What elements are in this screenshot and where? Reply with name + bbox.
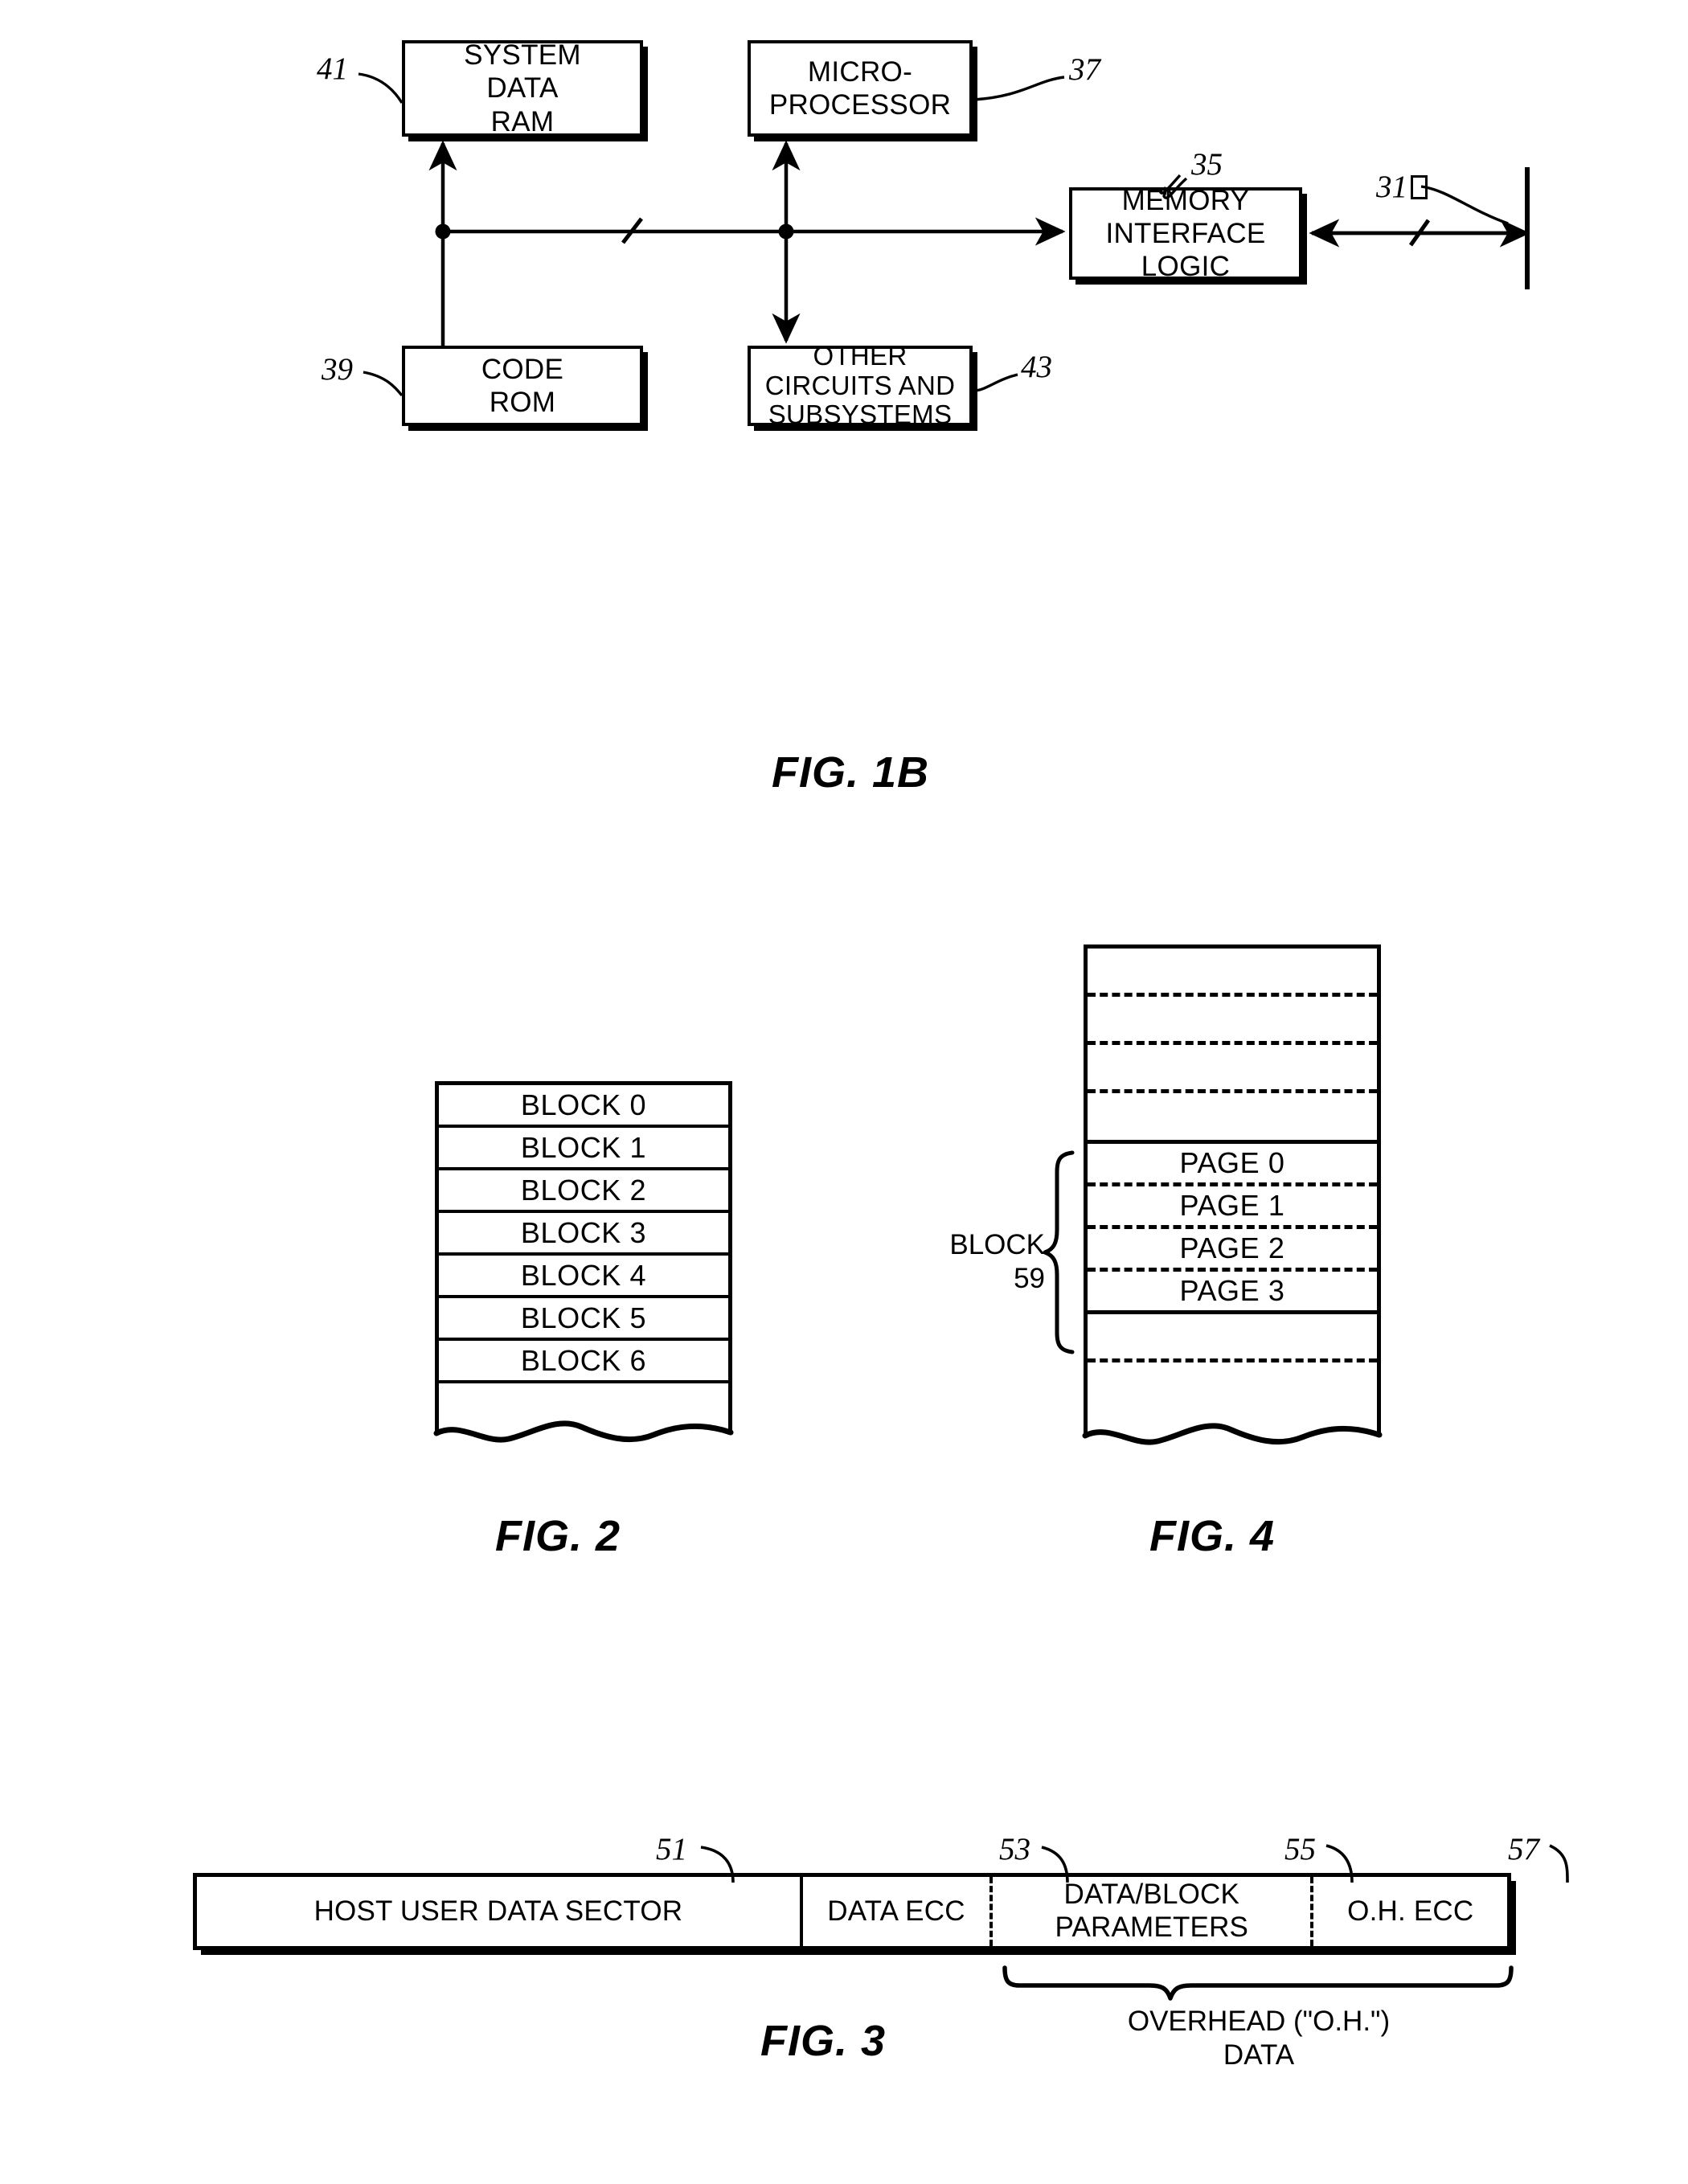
fig4-page-row: PAGE 2 <box>1088 1229 1377 1272</box>
fig3-overhead-brace-caption: OVERHEAD ("O.H.") DATA <box>1127 2006 1391 2071</box>
ref-numeral-57: 57 <box>1508 1832 1539 1866</box>
block-other-circuits-and-subsystems: OTHER CIRCUITS AND SUBSYSTEMS <box>748 341 973 429</box>
fig2-caption: FIG. 2 <box>495 1512 621 1560</box>
fig2-break-line-graphics <box>433 1420 734 1443</box>
fig4-brace-and-break-graphics <box>1043 1150 1383 1445</box>
fig3-sector-bar: HOST USER DATA SECTOR DATA ECC DATA/BLOC… <box>193 1873 1511 1950</box>
ref-numeral-41: 41 <box>317 51 348 86</box>
ref-numeral-43: 43 <box>1021 350 1052 384</box>
fig3-leaders-and-brace-graphics <box>700 1844 1569 2001</box>
block-system-data-ram: SYSTEM DATA RAM <box>402 39 643 137</box>
block-system-data-ram-label: SYSTEM DATA RAM <box>464 39 581 137</box>
fig4-block-boundary <box>1088 1093 1377 1144</box>
patent-figure-sheet: SYSTEM DATA RAM 41 MICRO- PROCESSOR 37 M… <box>0 0 1688 2184</box>
fig3-cell-label: DATA ECC <box>827 1895 965 1927</box>
fig1b-connector-graphics <box>358 72 1530 397</box>
fig3-cell-data-ecc: DATA ECC <box>799 1877 989 1946</box>
table-row: BLOCK 3 <box>439 1213 728 1256</box>
ref-numeral-39: 39 <box>322 352 353 387</box>
block-microprocessor: MICRO- PROCESSOR <box>748 40 973 137</box>
fig3-cell-label: O.H. ECC <box>1347 1895 1474 1927</box>
block-code-rom: CODE ROM <box>402 346 643 426</box>
fig3-cell-data-block-parameters: DATA/BLOCK PARAMETERS <box>989 1877 1310 1946</box>
ref-numeral-55: 55 <box>1284 1832 1316 1866</box>
fig4-caption: FIG. 4 <box>1149 1512 1276 1560</box>
fig4-brace-label: BLOCK 59 <box>949 1229 1045 1294</box>
block-memory-interface-logic: MEMORY INTERFACE LOGIC <box>1069 185 1302 282</box>
fig2-row-label: BLOCK 3 <box>520 1215 647 1249</box>
fig4-page-label: PAGE 3 <box>1179 1274 1285 1307</box>
fig3-cell-label: DATA/BLOCK PARAMETERS <box>1055 1879 1249 1943</box>
fig4-page-row: PAGE 0 <box>1088 1144 1377 1186</box>
fig4-block-stack: PAGE 0 PAGE 1 PAGE 2 PAGE 3 <box>1084 944 1381 1434</box>
table-row-partial <box>439 1383 728 1424</box>
fig4-page-unlabeled <box>1088 1362 1377 1419</box>
fig4-page-label: PAGE 0 <box>1179 1146 1285 1179</box>
block-other-circuits-and-subsystems-label: OTHER CIRCUITS AND SUBSYSTEMS <box>764 340 956 430</box>
table-row: BLOCK 0 <box>439 1085 728 1128</box>
fig1b-caption: FIG. 1B <box>772 748 930 797</box>
ref-numeral-35: 35 <box>1191 147 1223 182</box>
fig2-row-label: BLOCK 2 <box>520 1173 647 1207</box>
fig4-page-unlabeled <box>1088 1314 1377 1362</box>
fig3-cell-oh-ecc: O.H. ECC <box>1310 1877 1507 1946</box>
fig2-row-label: BLOCK 5 <box>520 1301 647 1334</box>
fig4-page-unlabeled <box>1088 997 1377 1045</box>
fig4-page-label: PAGE 2 <box>1179 1231 1285 1264</box>
fig4-page-unlabeled <box>1088 1045 1377 1093</box>
ref-numeral-37: 37 <box>1069 52 1100 87</box>
block-code-rom-label: CODE ROM <box>481 353 564 418</box>
fig4-page-row: PAGE 3 <box>1088 1272 1377 1314</box>
fig2-block-stack: BLOCK 0 BLOCK 1 BLOCK 2 BLOCK 3 BLOCK 4 … <box>435 1081 732 1431</box>
fig2-row-label: BLOCK 6 <box>520 1343 647 1377</box>
fig4-page-unlabeled <box>1088 949 1377 997</box>
ref-numeral-53: 53 <box>999 1832 1030 1866</box>
missing-character-box-icon <box>1411 175 1428 199</box>
table-row: BLOCK 2 <box>439 1170 728 1213</box>
fig3-cell-host-user-data-sector: HOST USER DATA SECTOR <box>197 1877 800 1946</box>
block-memory-interface-logic-label: MEMORY INTERFACE LOGIC <box>1105 184 1266 283</box>
table-row: BLOCK 5 <box>439 1298 728 1341</box>
fig2-row-label: BLOCK 4 <box>520 1258 647 1292</box>
table-row: BLOCK 4 <box>439 1256 728 1298</box>
fig4-page-label: PAGE 1 <box>1179 1189 1285 1222</box>
fig2-row-label: BLOCK 0 <box>520 1088 647 1121</box>
table-row: BLOCK 1 <box>439 1128 728 1170</box>
ref-numeral-51: 51 <box>656 1832 687 1866</box>
fig4-page-row: PAGE 1 <box>1088 1186 1377 1229</box>
fig3-cell-label: HOST USER DATA SECTOR <box>313 1895 683 1927</box>
fig3-caption: FIG. 3 <box>760 2017 887 2065</box>
ref-numeral-31-text: 31 <box>1376 170 1407 204</box>
fig2-row-label: BLOCK 1 <box>520 1130 647 1164</box>
table-row: BLOCK 6 <box>439 1341 728 1383</box>
block-microprocessor-label: MICRO- PROCESSOR <box>768 55 952 121</box>
ref-numeral-31: 31 <box>1376 169 1428 205</box>
